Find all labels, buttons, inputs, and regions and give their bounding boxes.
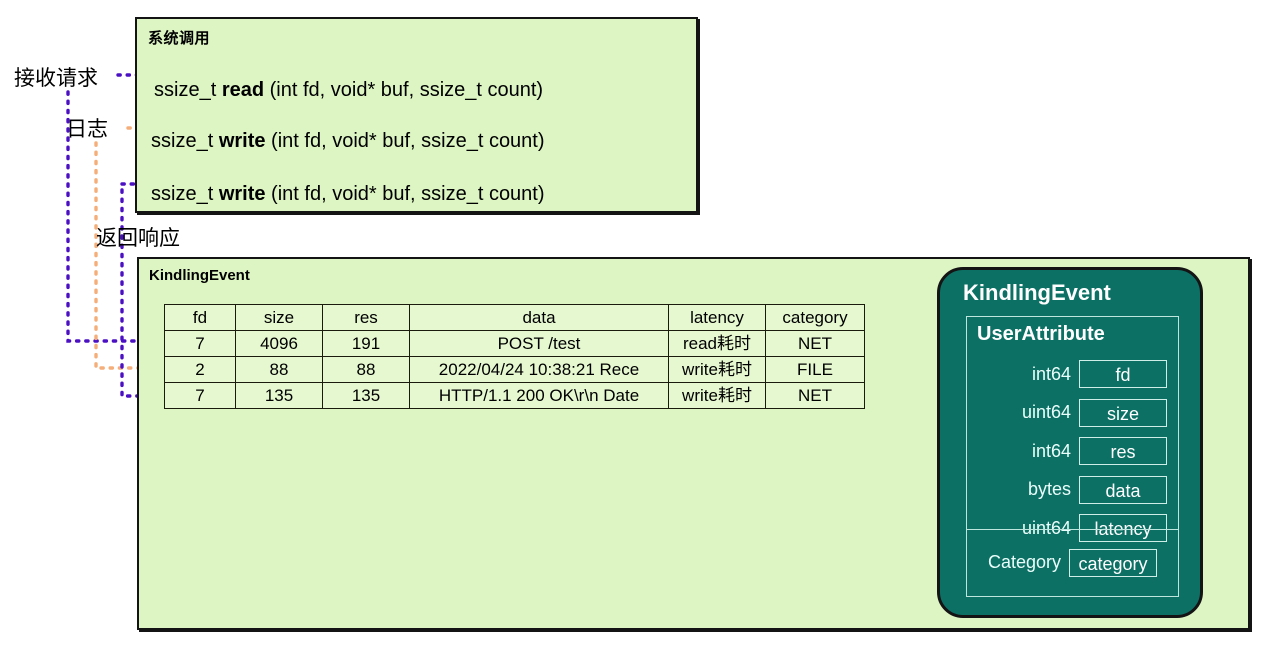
table-row: 7 4096 191 POST /test read耗时 NET <box>164 330 865 357</box>
field-name-size: size <box>1079 398 1167 427</box>
field-type: int64 <box>1031 440 1071 461</box>
user-attribute-title: UserAttribute <box>977 323 1105 345</box>
kindling-event-box: KindlingEvent fd size res data latency c… <box>137 257 1250 630</box>
cell-latency: read耗时 <box>668 330 766 357</box>
kindling-event-box-title: KindlingEvent <box>149 267 250 284</box>
cell-category: NET <box>765 382 865 409</box>
field-type: int64 <box>1031 363 1071 384</box>
field-row-size: uint64 size <box>967 394 1178 433</box>
cell-res: 88 <box>322 356 410 383</box>
column-header-res: res <box>322 304 410 331</box>
user-attribute-box: UserAttribute int64 fd uint64 size int64… <box>966 316 1179 597</box>
label-receive-request: 接收请求 <box>14 67 98 90</box>
column-header-category: category <box>765 304 865 331</box>
column-header-size: size <box>235 304 323 331</box>
field-name-res: res <box>1079 437 1167 466</box>
cell-latency: write耗时 <box>668 356 766 383</box>
table-row: 7 135 135 HTTP/1.1 200 OK\r\n Date write… <box>164 382 865 409</box>
column-header-latency: latency <box>668 304 766 331</box>
cell-data: HTTP/1.1 200 OK\r\n Date <box>409 382 669 409</box>
field-name-category: category <box>1069 548 1158 577</box>
cell-data: POST /test <box>409 330 669 357</box>
syscall-signature-read: ssize_t read (int fd, void* buf, ssize_t… <box>154 79 543 102</box>
field-row-res: int64 res <box>967 432 1178 471</box>
cell-latency: write耗时 <box>668 382 766 409</box>
field-name-fd: fd <box>1079 360 1167 389</box>
column-header-fd: fd <box>164 304 236 331</box>
syscall-return-type: ssize_t <box>151 183 219 205</box>
syscall-args: (int fd, void* buf, ssize_t count) <box>265 183 545 205</box>
table-header-row: fd size res data latency category <box>164 304 865 331</box>
label-return-response: 返回响应 <box>96 227 180 250</box>
field-name-data: data <box>1079 475 1167 504</box>
schema-panel-title: KindlingEvent <box>963 280 1111 305</box>
syscall-args: (int fd, void* buf, ssize_t count) <box>265 130 545 152</box>
cell-res: 135 <box>322 382 410 409</box>
syscall-return-type: ssize_t <box>154 79 222 101</box>
cell-fd: 7 <box>164 330 236 357</box>
table-row: 2 88 88 2022/04/24 10:38:21 Rece write耗时… <box>164 356 865 383</box>
field-type: bytes <box>1027 479 1071 500</box>
field-row-fd: int64 fd <box>967 355 1178 394</box>
cell-category: NET <box>765 330 865 357</box>
kindling-event-table: fd size res data latency category 7 4096… <box>164 304 865 409</box>
cell-res: 191 <box>322 330 410 357</box>
syscall-name: write <box>218 183 266 205</box>
syscall-name: read <box>221 79 265 101</box>
cell-fd: 7 <box>164 382 236 409</box>
diagram-canvas: 接收请求 日志 返回响应 系统调用 ssize_t read (int fd, … <box>0 0 1262 657</box>
syscall-name: write <box>218 130 266 152</box>
syscall-box-title: 系统调用 <box>148 30 211 47</box>
column-header-data: data <box>409 304 669 331</box>
cell-size: 135 <box>235 382 323 409</box>
cell-data: 2022/04/24 10:38:21 Rece <box>409 356 669 383</box>
field-type: uint64 <box>1021 402 1071 423</box>
cell-size: 88 <box>235 356 323 383</box>
field-row-category: Category category <box>967 529 1178 596</box>
label-log: 日志 <box>66 118 108 141</box>
cell-size: 4096 <box>235 330 323 357</box>
field-row-data: bytes data <box>967 471 1178 510</box>
cell-fd: 2 <box>164 356 236 383</box>
syscall-signature-write-2: ssize_t write (int fd, void* buf, ssize_… <box>151 183 545 206</box>
user-attribute-field-list: int64 fd uint64 size int64 res bytes dat… <box>967 355 1178 548</box>
kindling-event-schema-panel: KindlingEvent UserAttribute int64 fd uin… <box>937 267 1203 618</box>
cell-category: FILE <box>765 356 865 383</box>
syscall-signature-write-1: ssize_t write (int fd, void* buf, ssize_… <box>151 130 545 153</box>
syscall-return-type: ssize_t <box>151 130 219 152</box>
field-type: Category <box>987 552 1062 572</box>
syscall-box: 系统调用 ssize_t read (int fd, void* buf, ss… <box>135 17 698 213</box>
syscall-args: (int fd, void* buf, ssize_t count) <box>264 79 544 101</box>
